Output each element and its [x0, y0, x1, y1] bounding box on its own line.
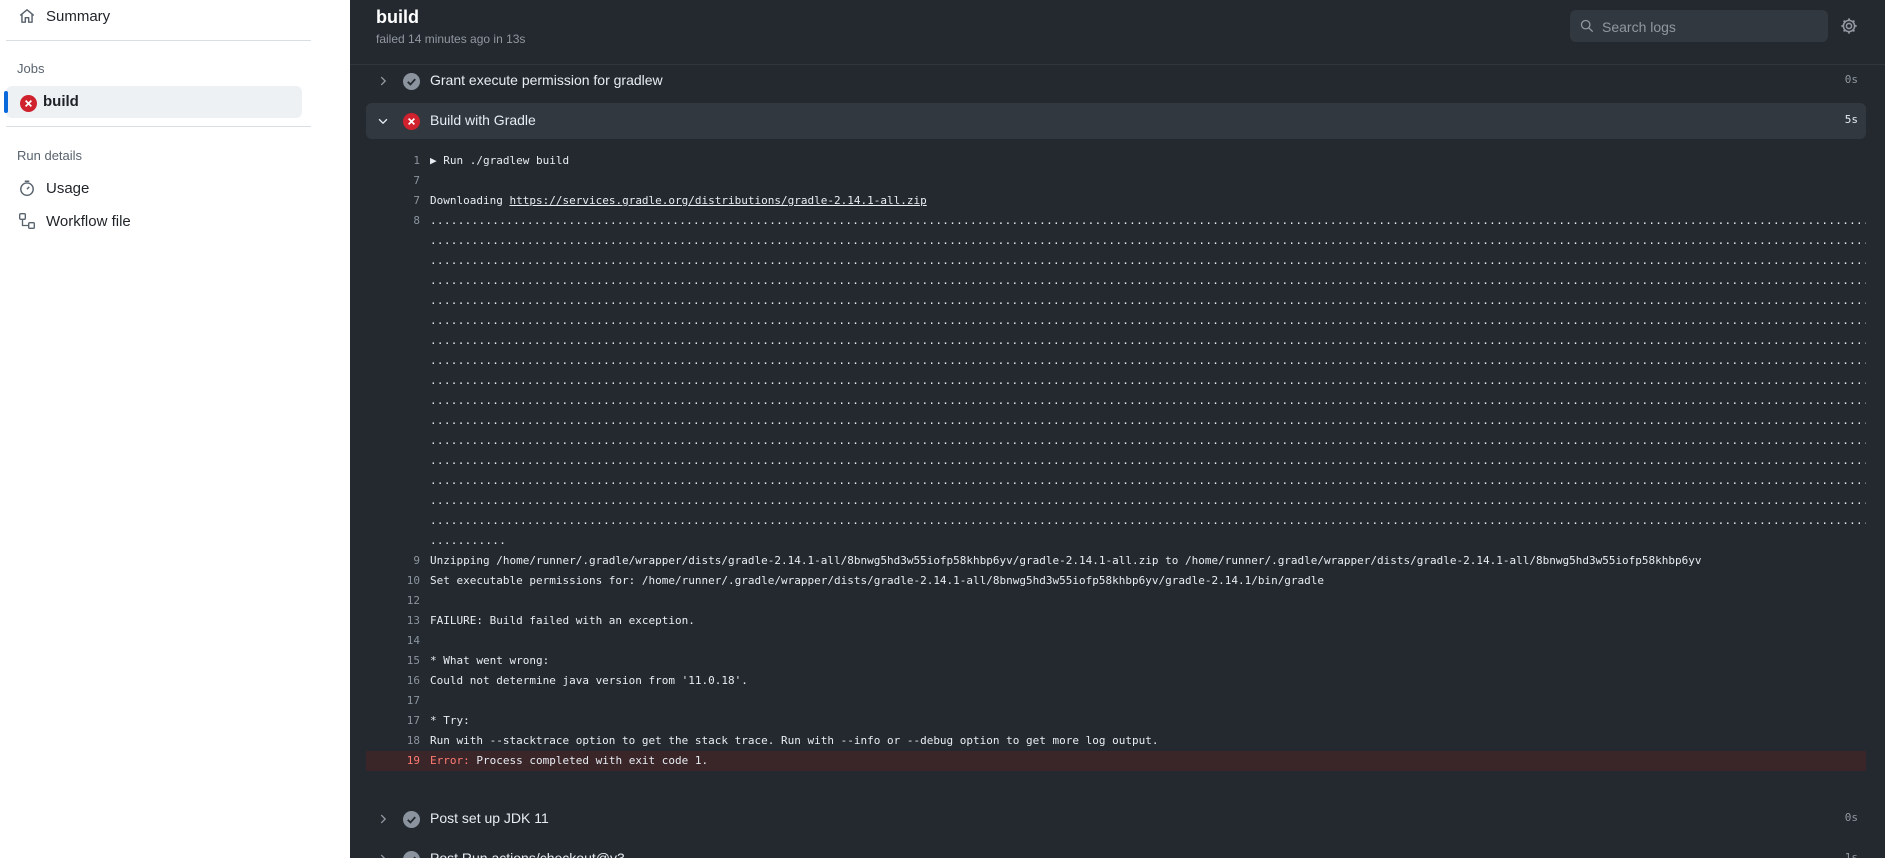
x-circle-icon [403, 113, 420, 130]
step-duration: 5s [1844, 113, 1858, 126]
log-line: 7 [413, 174, 420, 187]
log-output: 1 ▶ Run ./gradlew build 7 7 Downloading ht… [366, 151, 1866, 771]
log-line-error: 19 Error: Process completed with exit cod… [366, 751, 1866, 771]
workflow-icon [19, 213, 35, 229]
divider [6, 126, 311, 127]
usage-label: Usage [46, 179, 90, 197]
job-meta: failed 14 minutes ago in 13s [376, 32, 526, 46]
summary-link[interactable]: Summary [18, 7, 110, 25]
log-panel: build failed 14 minutes ago in 13s Grant… [350, 0, 1885, 858]
check-circle-icon [403, 811, 420, 828]
log-line: 18 Run with --stacktrace option to get th… [406, 734, 1159, 747]
job-build-label: build [43, 93, 79, 110]
divider [6, 40, 311, 41]
log-line: 7 Downloading https://services.gradle.org… [413, 194, 927, 207]
step-post-setup-jdk[interactable]: Post set up JDK 11 0s [366, 801, 1866, 837]
step-duration: 0s [1844, 811, 1858, 824]
log-line: 15 * What went wrong: [406, 654, 550, 667]
active-indicator [4, 91, 8, 113]
search-input[interactable] [1600, 10, 1824, 44]
search-box[interactable] [1570, 10, 1828, 44]
log-line: 10 Set executable permissions for: /home/… [406, 574, 1325, 587]
log-line: 16 Could not determine java version from … [406, 674, 748, 687]
step-build-with-gradle[interactable]: Build with Gradle 5s [366, 103, 1866, 139]
log-line: 14 [406, 634, 420, 647]
job-title: build [376, 7, 419, 27]
chevron-right-icon [380, 814, 387, 824]
log-line-progress-dots: 8 ......................................… [413, 214, 1866, 547]
run-details-heading: Run details [17, 148, 83, 163]
check-circle-icon [403, 851, 420, 858]
step-name: Build with Gradle [430, 112, 536, 128]
error-keyword: Error: [430, 754, 470, 767]
workflow-file-link[interactable]: Workflow file [18, 212, 131, 230]
summary-label: Summary [46, 7, 111, 25]
step-grant-execute[interactable]: Grant execute permission for gradlew 0s [366, 63, 1866, 99]
log-line: 9 Unzipping /home/runner/.gradle/wrapper/… [413, 554, 1702, 567]
step-post-checkout[interactable]: Post Run actions/checkout@v3 1s [366, 841, 1866, 858]
log-line: 1 ▶ Run ./gradlew build [413, 154, 570, 167]
log-line: 17 [406, 694, 420, 707]
step-name: Grant execute permission for gradlew [430, 72, 663, 88]
stopwatch-icon [20, 180, 34, 197]
usage-link[interactable]: Usage [18, 179, 89, 197]
home-icon [19, 9, 35, 23]
step-duration: 1s [1844, 851, 1858, 858]
download-link[interactable]: https://services.gradle.org/distribution… [509, 194, 926, 207]
job-item-build[interactable]: build [4, 86, 302, 118]
gear-icon[interactable] [1840, 17, 1858, 35]
step-name: Post set up JDK 11 [430, 810, 549, 826]
step-name: Post Run actions/checkout@v3 [430, 850, 625, 858]
check-circle-icon [403, 73, 420, 90]
chevron-down-icon [378, 118, 388, 125]
workflow-file-label: Workflow file [46, 212, 131, 230]
log-line: 13 FAILURE: Build failed with an exceptio… [406, 614, 695, 627]
step-duration: 0s [1844, 73, 1858, 86]
log-line: 12 [406, 594, 420, 607]
log-line: 17 * Try: [406, 714, 470, 727]
x-circle-icon [20, 95, 37, 112]
chevron-right-icon [380, 76, 387, 86]
chevron-right-icon [380, 854, 386, 858]
jobs-heading: Jobs [17, 61, 45, 76]
search-icon [1580, 19, 1594, 33]
job-header: build failed 14 minutes ago in 13s [350, 0, 1885, 65]
sidebar: Summary Jobs build Run details Usage Wor… [0, 0, 350, 858]
